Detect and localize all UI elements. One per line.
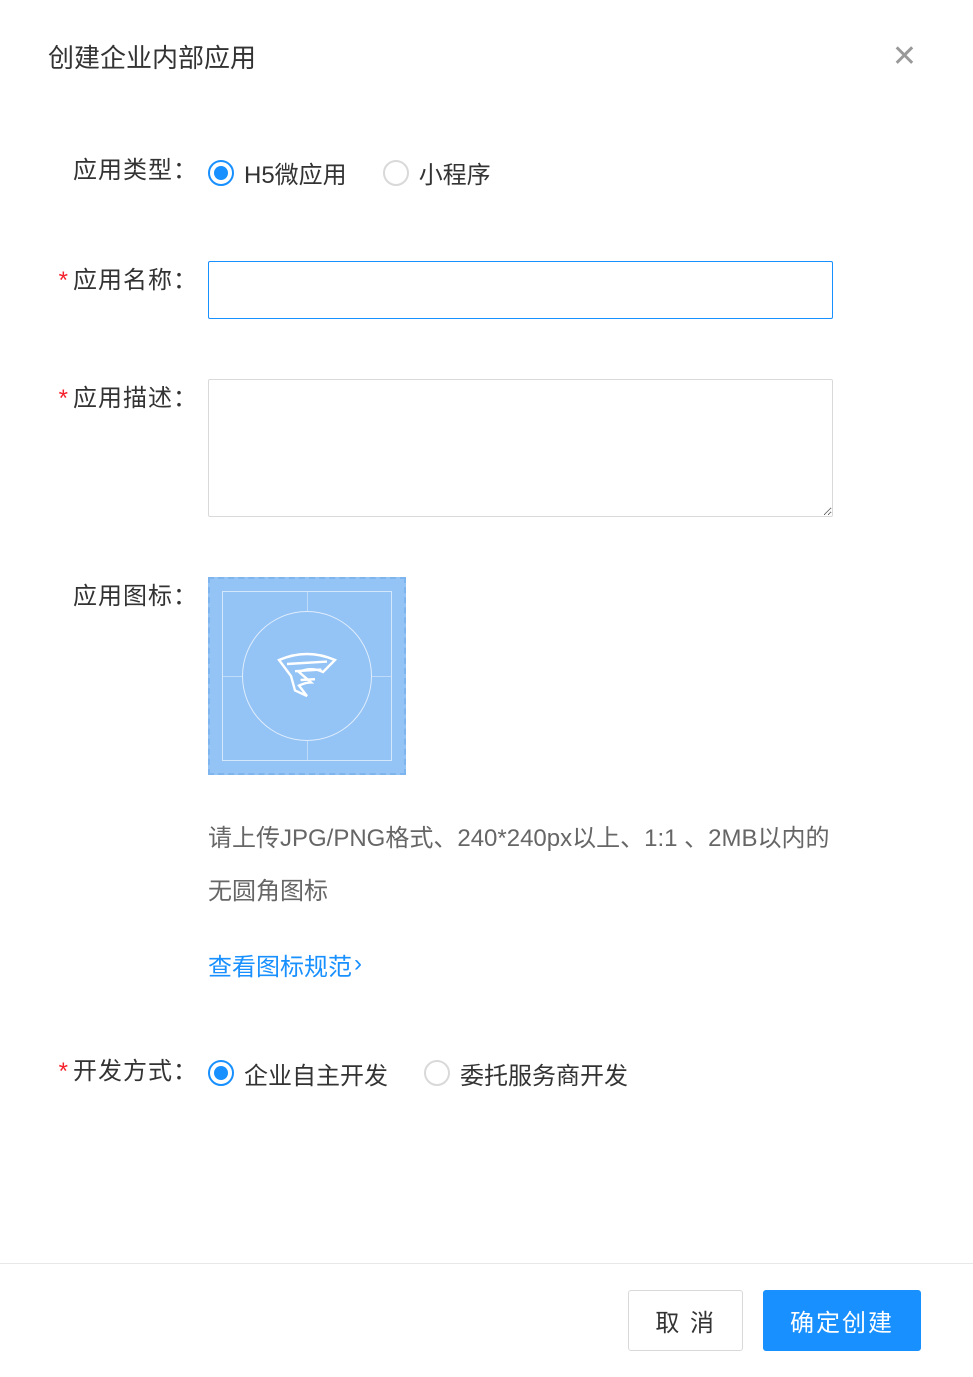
dev-method-label: *开发方式：	[48, 1052, 208, 1092]
required-star-icon: *	[59, 267, 69, 294]
app-type-row: 应用类型： H5微应用 小程序	[48, 151, 925, 191]
radio-label: H5微应用	[244, 155, 347, 190]
icon-grid	[222, 591, 392, 761]
app-icon-row: 应用图标： 请上传JPG/PNG格式、240*240px以上、1:1 、2MB以…	[48, 577, 925, 982]
app-name-row: *应用名称：	[48, 261, 925, 319]
dialog-title: 创建企业内部应用	[48, 38, 256, 75]
close-icon[interactable]: ✕	[884, 42, 925, 72]
radio-icon	[383, 160, 409, 186]
app-type-label: 应用类型：	[48, 151, 208, 191]
radio-self-develop[interactable]: 企业自主开发	[208, 1056, 388, 1091]
radio-icon	[208, 1060, 234, 1086]
app-name-label: *应用名称：	[48, 261, 208, 301]
icon-spec-link[interactable]: 查看图标规范 ›	[208, 947, 833, 982]
dev-method-radio-group: 企业自主开发 委托服务商开发	[208, 1052, 628, 1091]
icon-upload-section: 请上传JPG/PNG格式、240*240px以上、1:1 、2MB以内的无圆角图…	[208, 577, 833, 982]
app-type-radio-group: H5微应用 小程序	[208, 151, 491, 190]
confirm-create-button[interactable]: 确定创建	[763, 1290, 921, 1351]
app-desc-row: *应用描述：	[48, 379, 925, 517]
radio-vendor-develop[interactable]: 委托服务商开发	[424, 1056, 628, 1091]
radio-label: 委托服务商开发	[460, 1056, 628, 1091]
app-name-input[interactable]	[208, 261, 833, 319]
radio-label: 小程序	[419, 155, 491, 190]
required-star-icon: *	[59, 385, 69, 412]
required-star-icon: *	[59, 1058, 69, 1085]
radio-icon	[208, 160, 234, 186]
wing-icon	[267, 636, 347, 716]
form-body: 应用类型： H5微应用 小程序 *应用名称： *应用描述： 应用图标：	[0, 95, 973, 1092]
icon-upload-placeholder[interactable]	[208, 577, 406, 775]
icon-upload-hint: 请上传JPG/PNG格式、240*240px以上、1:1 、2MB以内的无圆角图…	[208, 813, 833, 919]
radio-miniprogram[interactable]: 小程序	[383, 155, 491, 190]
radio-icon	[424, 1060, 450, 1086]
dialog-header: 创建企业内部应用 ✕	[0, 0, 973, 95]
radio-h5-microapp[interactable]: H5微应用	[208, 155, 347, 190]
app-desc-textarea[interactable]	[208, 379, 833, 517]
app-icon-label: 应用图标：	[48, 577, 208, 617]
icon-circle	[242, 611, 372, 741]
cancel-button[interactable]: 取 消	[628, 1290, 743, 1351]
radio-label: 企业自主开发	[244, 1056, 388, 1091]
dialog-footer: 取 消 确定创建	[0, 1263, 973, 1377]
chevron-right-icon: ›	[354, 950, 362, 978]
app-desc-label: *应用描述：	[48, 379, 208, 419]
icon-spec-link-text: 查看图标规范	[208, 947, 352, 982]
dev-method-row: *开发方式： 企业自主开发 委托服务商开发	[48, 1052, 925, 1092]
